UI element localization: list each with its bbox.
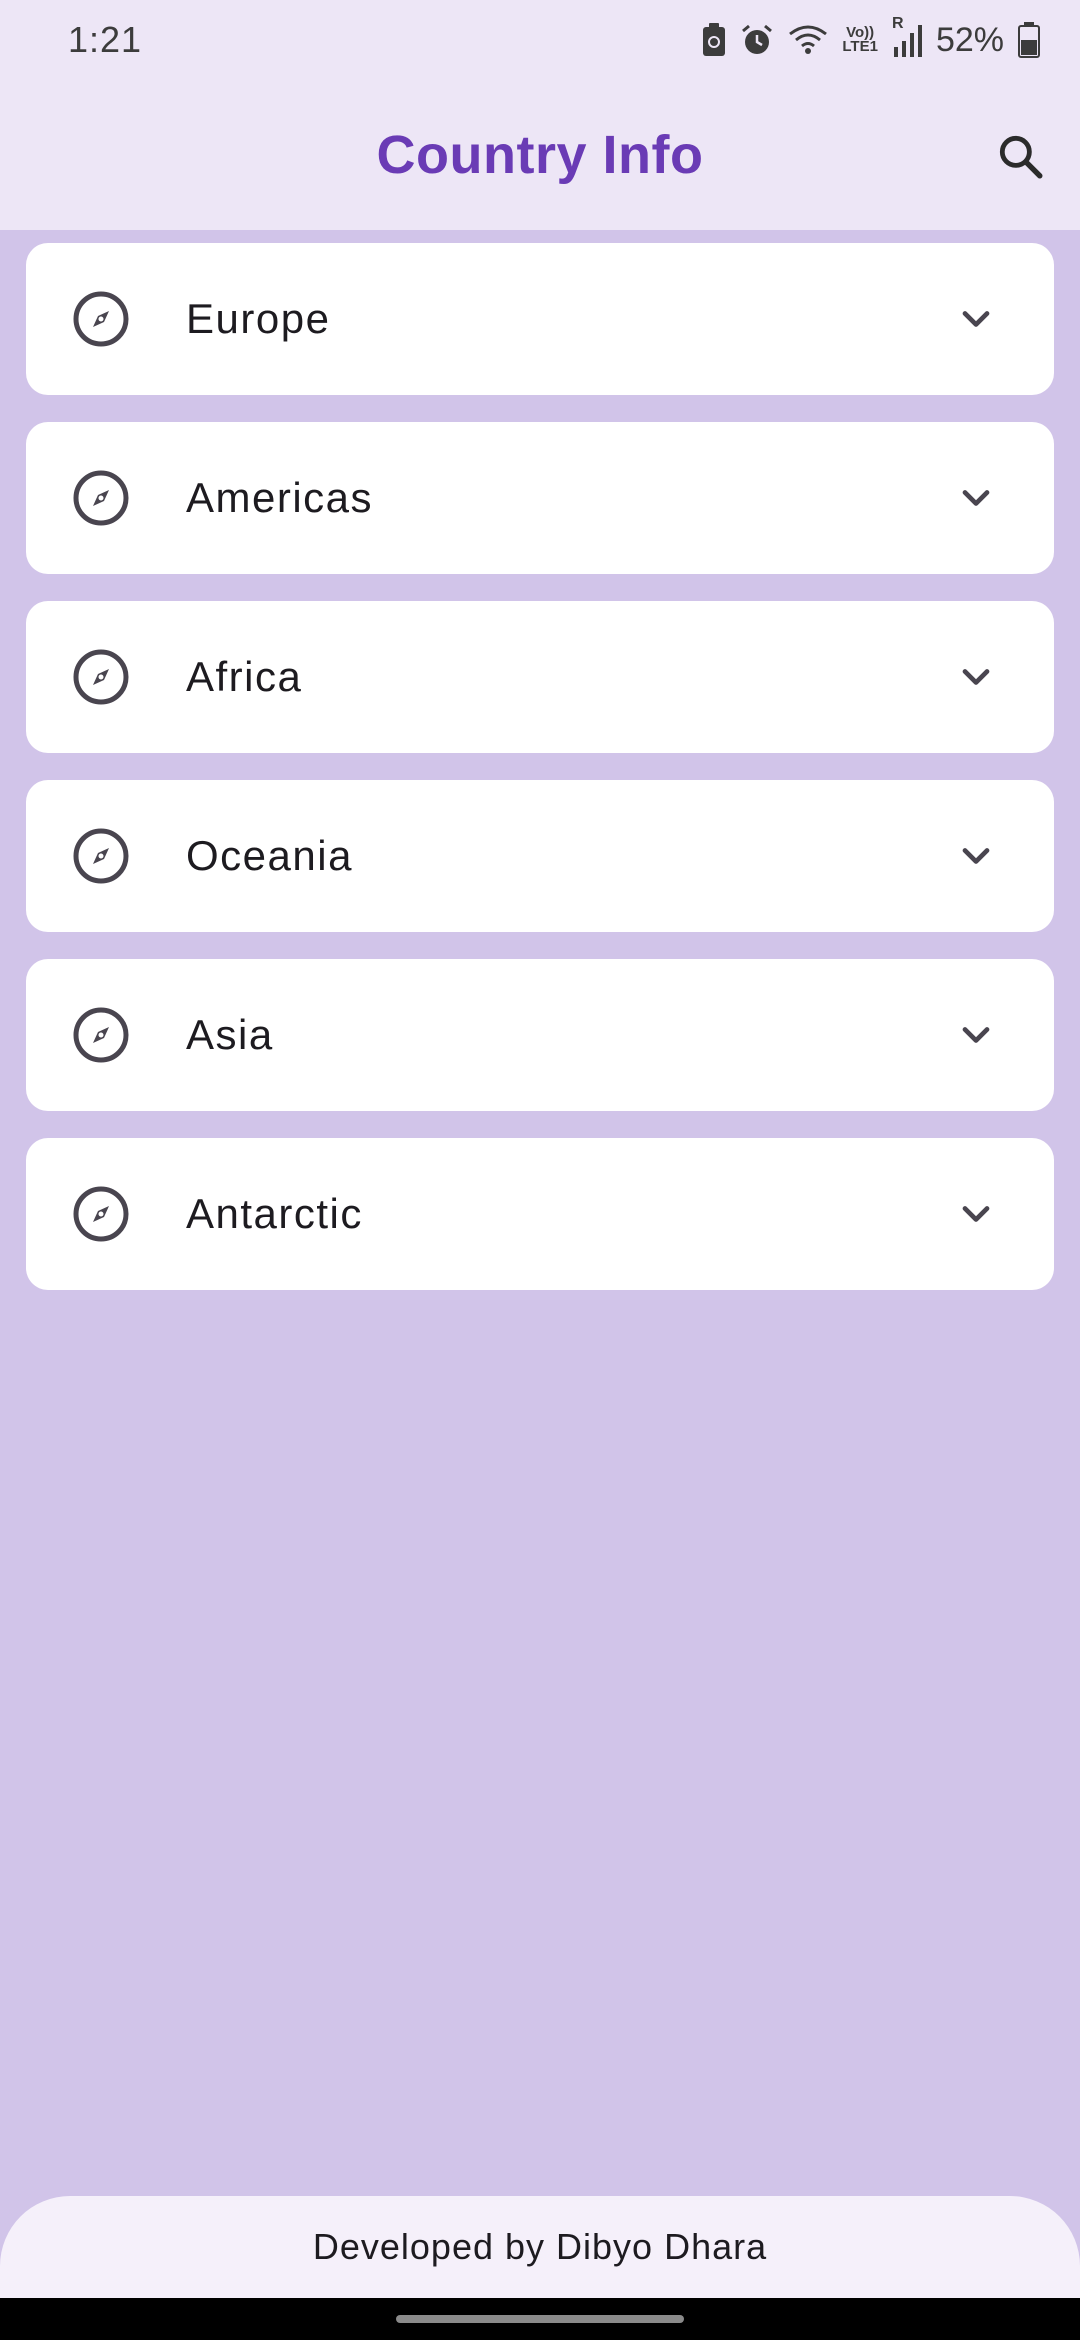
chevron-down-icon [954,655,998,699]
wifi-icon [788,24,828,56]
compass-icon [72,827,130,885]
signal-icon: R [892,15,922,57]
region-label: Oceania [186,832,353,879]
compass-icon [72,469,130,527]
system-nav-bar [0,2298,1080,2340]
chevron-down-icon [954,1013,998,1057]
compass-icon [72,1185,130,1243]
battery-icon [1018,22,1040,58]
chevron-down-icon [954,476,998,520]
region-label: Africa [186,653,303,700]
region-card-asia[interactable]: Asia [26,959,1054,1111]
footer-credit: Developed by Dibyo Dhara [312,2226,768,2267]
home-gesture-handle[interactable] [396,2315,684,2323]
app-bar: Country Info [0,80,1080,230]
search-button[interactable] [990,126,1050,186]
region-card-europe[interactable]: Europe [26,243,1054,395]
footer: Developed by Dibyo Dhara [0,2196,1080,2298]
region-card-africa[interactable]: Africa [26,601,1054,753]
region-label: Antarctic [186,1190,363,1237]
compass-icon [72,648,130,706]
region-card-oceania[interactable]: Oceania [26,780,1054,932]
alarm-icon [740,23,774,57]
battery-percent: 52% [935,20,1004,59]
volte-icon: Vo)) LTE1 [842,25,878,55]
page-title: Country Info [376,125,704,185]
region-label: Asia [186,1011,274,1058]
compass-icon [72,1006,130,1064]
status-time: 1:21 [68,19,143,60]
chevron-down-icon [954,1192,998,1236]
region-label: Americas [186,474,374,521]
lte-label: LTE1 [842,38,878,55]
roaming-label: R [891,15,904,32]
search-icon [999,135,1043,179]
region-list: Europe Americas Africa Oceania Asia Anta… [26,243,1054,1317]
chevron-down-icon [954,297,998,341]
region-card-americas[interactable]: Americas [26,422,1054,574]
region-label: Europe [186,295,331,342]
region-card-antarctic[interactable]: Antarctic [26,1138,1054,1290]
chevron-down-icon [954,834,998,878]
compass-icon [72,290,130,348]
status-bar: 1:21 Vo)) LTE1 R 52% [0,0,1080,80]
status-icons: Vo)) LTE1 R 52% [702,15,1040,60]
battery-saver-icon [702,23,726,57]
